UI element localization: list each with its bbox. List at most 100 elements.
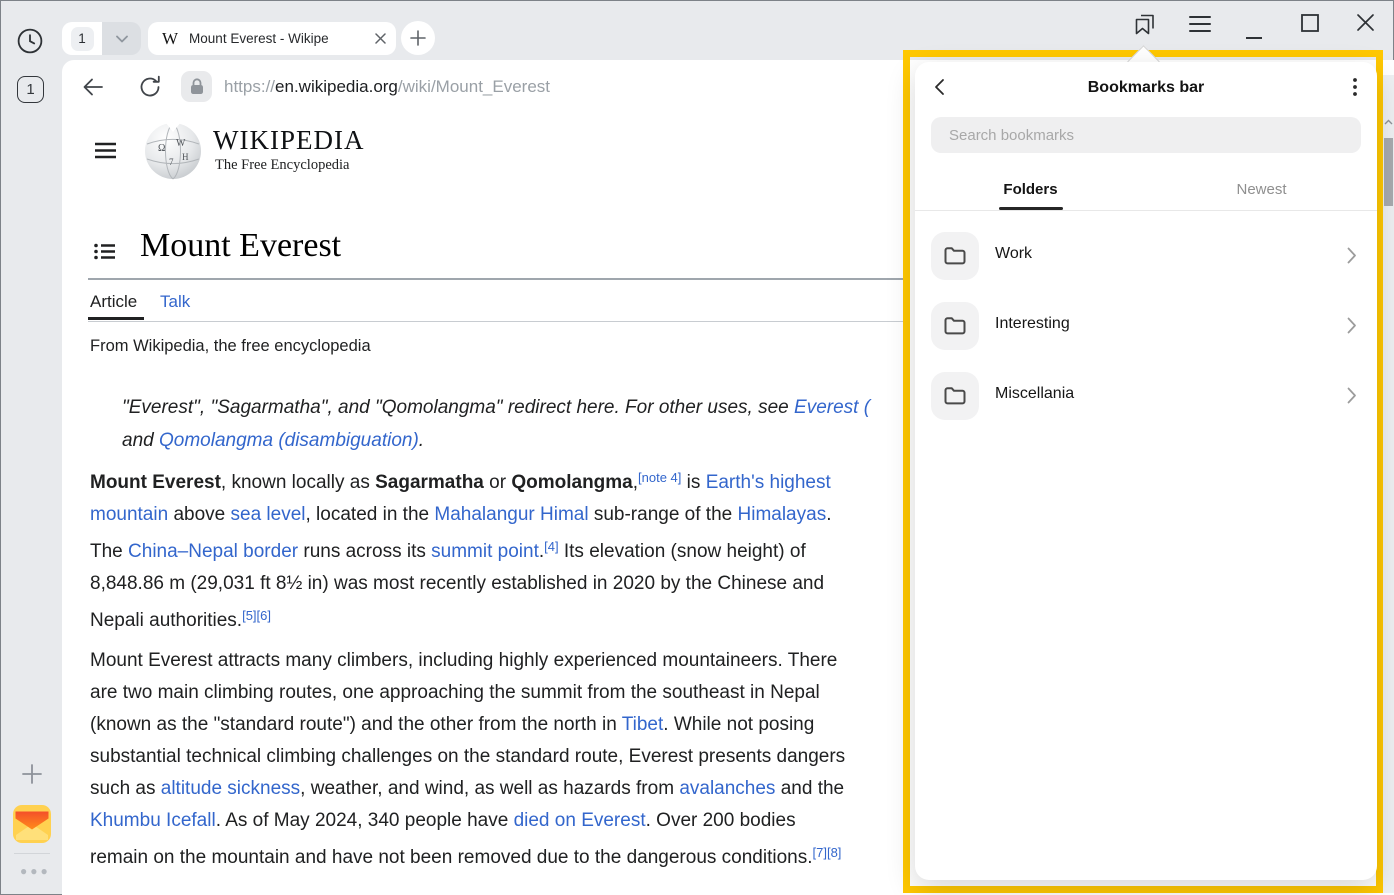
bookmark-folder-row[interactable]: Miscellania [915, 361, 1377, 431]
tabs-divider [88, 321, 910, 322]
maximize-button[interactable] [1301, 14, 1319, 32]
chevron-right-icon [1347, 247, 1357, 269]
text-segment: , weather, and wind, as well as hazards … [300, 778, 679, 799]
tab-counter-badge: 1 [78, 31, 86, 46]
mail-app-button[interactable] [13, 805, 51, 843]
panel-tab-folders[interactable]: Folders [915, 169, 1146, 209]
wiki-link[interactable]: Mahalangur Himal [434, 504, 588, 525]
reference-link[interactable]: [7][8] [813, 845, 842, 860]
chevron-down-icon [114, 31, 130, 47]
list-icon [94, 243, 116, 260]
text-segment: The [90, 541, 128, 562]
reload-icon [137, 74, 163, 100]
wiki-link[interactable]: China–Nepal border [128, 541, 298, 562]
reference-link[interactable]: [note 4] [638, 470, 681, 485]
wiki-link[interactable]: Tibet [622, 714, 664, 735]
bookmark-folder-row[interactable]: Work [915, 221, 1377, 291]
maximize-icon [1301, 14, 1319, 32]
back-arrow-icon [80, 74, 106, 100]
chevron-right-icon [1347, 387, 1357, 409]
panel-menu-button[interactable] [1343, 77, 1361, 97]
wiki-tab-article[interactable]: Article [90, 292, 137, 312]
text-segment: . While not posing [663, 714, 814, 735]
panel-title: Bookmarks bar [915, 79, 1377, 97]
wikipedia-wordmark[interactable]: WIKIPEDIA [213, 125, 364, 156]
article-paragraph-1: Mount Everest, known locally as Sagarmat… [90, 462, 831, 637]
text-segment: . [826, 504, 831, 525]
svg-text:H: H [182, 152, 189, 162]
tab-title-fade [334, 28, 364, 49]
back-button[interactable] [80, 74, 106, 100]
minimize-icon [1246, 36, 1262, 40]
text-segment: , located in the [306, 504, 435, 525]
wiki-link[interactable]: Khumbu Icefall [90, 810, 216, 831]
scrollbar-up-arrow[interactable] [1384, 114, 1393, 123]
sidebar-more-button[interactable]: ●●● [20, 864, 51, 878]
clock-icon [16, 27, 44, 55]
url-host: en.wikipedia.org [275, 77, 398, 96]
wiki-link[interactable]: Earth's highest [706, 472, 831, 493]
window-close-button[interactable] [1356, 13, 1375, 32]
scrollbar-thumb[interactable] [1384, 138, 1393, 206]
minimize-button[interactable] [1246, 28, 1262, 32]
site-security-chip[interactable] [181, 71, 212, 102]
new-tab-button[interactable] [401, 21, 435, 55]
folder-icon-chip [931, 232, 979, 280]
text-segment: . Over 200 bodies [646, 810, 796, 831]
browser-tab[interactable]: W Mount Everest - Wikipe [148, 22, 396, 55]
address-bar[interactable]: https://en.wikipedia.org/wiki/Mount_Ever… [224, 75, 550, 99]
bookmarks-search-input[interactable] [931, 117, 1361, 153]
text-segment: . As of May 2024, 340 people have [216, 810, 514, 831]
text-segment: remain on the mountain and have not been… [90, 847, 813, 868]
wiki-main-menu-button[interactable] [94, 142, 117, 159]
close-icon [1356, 13, 1375, 32]
folder-icon [943, 316, 967, 336]
browser-menu-button[interactable] [1188, 14, 1212, 34]
toc-button[interactable] [94, 243, 116, 260]
sidebar-add-button[interactable] [20, 762, 44, 786]
wiki-link[interactable]: summit point [431, 541, 539, 562]
tab-counter-number[interactable]: 1 [62, 22, 102, 55]
text-segment: "Everest", "Sagarmatha", and "Qomolangma… [122, 397, 794, 418]
wiki-link[interactable]: Qomolangma (disambiguation) [159, 430, 419, 451]
wiki-link[interactable]: mountain [90, 504, 168, 525]
wikipedia-globe-logo[interactable]: Ω W 7 H [144, 122, 202, 180]
plus-icon [410, 30, 426, 46]
text-segment: (known as the "standard route") and the … [90, 714, 622, 735]
text-segment: Mount Everest attracts many climbers, in… [90, 650, 837, 671]
reload-button[interactable] [137, 74, 163, 100]
history-clock-button[interactable] [16, 27, 44, 55]
url-path: /wiki/Mount_Everest [398, 77, 550, 96]
wiki-link[interactable]: died on Everest [514, 810, 646, 831]
reference-link[interactable]: [5][6] [242, 608, 271, 623]
text-segment: Qomolangma [511, 472, 632, 493]
panel-divider [915, 210, 1377, 211]
redirect-hatnote: "Everest", "Sagarmatha", and "Qomolangma… [122, 391, 870, 457]
text-segment: Its elevation (snow height) of [559, 541, 806, 562]
wiki-link[interactable]: sea level [231, 504, 306, 525]
wiki-tab-talk[interactable]: Talk [160, 292, 190, 312]
wiki-link[interactable]: Himalayas [738, 504, 827, 525]
wikipedia-tagline: The Free Encyclopedia [215, 157, 349, 174]
tab-counter-control[interactable]: 1 [62, 22, 141, 55]
text-line: such as altitude sickness, weather, and … [90, 773, 845, 805]
tab-list-dropdown[interactable] [102, 22, 141, 55]
folder-icon [943, 386, 967, 406]
sidebar-divider [14, 853, 50, 854]
page-title: Mount Everest [140, 227, 341, 265]
wiki-link[interactable]: Everest ( [794, 397, 870, 418]
tab-title: Mount Everest - Wikipe [189, 31, 329, 46]
bookmark-folder-row[interactable]: Interesting [915, 291, 1377, 361]
panel-tab-newest[interactable]: Newest [1146, 169, 1377, 209]
wiki-link[interactable]: avalanches [679, 778, 775, 799]
text-line: substantial technical climbing challenge… [90, 741, 845, 773]
text-line: and Qomolangma (disambiguation). [122, 424, 870, 457]
tab-count-button[interactable]: 1 [17, 76, 44, 103]
bookmarks-panel-button[interactable] [1131, 11, 1158, 38]
text-segment: above [168, 504, 230, 525]
reference-link[interactable]: [4] [544, 539, 558, 554]
text-segment: and the [775, 778, 844, 799]
tab-close-button[interactable] [374, 32, 387, 45]
plus-icon [21, 763, 43, 785]
wiki-link[interactable]: altitude sickness [161, 778, 300, 799]
